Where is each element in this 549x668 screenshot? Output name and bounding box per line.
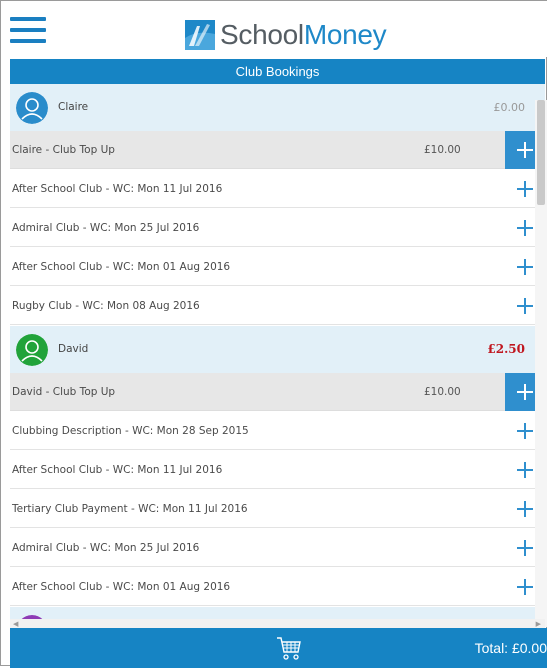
- club-label: Rugby Club - WC: Mon 08 Aug 2016: [12, 300, 200, 312]
- horizontal-scrollbar[interactable]: ◀ ▶: [10, 619, 545, 628]
- topup-price: £10.00: [424, 386, 461, 398]
- footer-bar: Total: £0.00: [10, 628, 547, 668]
- club-label: Admiral Club - WC: Mon 25 Jul 2016: [12, 542, 200, 554]
- app-header: SchoolMoney: [1, 1, 547, 57]
- plus-icon: [517, 181, 533, 197]
- plus-icon: [517, 220, 533, 236]
- plus-icon: [517, 298, 533, 314]
- order-total: Total: £0.00: [474, 640, 547, 656]
- list-item: After School Club - WC: Mon 11 Jul 2016: [10, 451, 545, 489]
- child-balance: £0.00: [493, 101, 526, 114]
- topup-label: Claire - Club Top Up: [12, 144, 115, 156]
- plus-icon: [517, 462, 533, 478]
- club-label: Admiral Club - WC: Mon 25 Jul 2016: [12, 222, 200, 234]
- child-name: David: [58, 343, 89, 355]
- page-title: Club Bookings: [10, 59, 545, 84]
- club-label: After School Club - WC: Mon 11 Jul 2016: [12, 464, 223, 476]
- club-label: After School Club - WC: Mon 01 Aug 2016: [12, 581, 231, 593]
- plus-icon: [517, 384, 533, 400]
- list-item: Admiral Club - WC: Mon 25 Jul 2016: [10, 529, 545, 567]
- topup-price: £10.00: [424, 144, 461, 156]
- topup-label: David - Club Top Up: [12, 386, 116, 398]
- hamburger-icon[interactable]: [10, 17, 46, 43]
- shopping-cart-icon[interactable]: [276, 636, 302, 662]
- child-header-claire: Claire £0.00: [10, 84, 545, 131]
- plus-icon: [517, 501, 533, 517]
- scrollbar-thumb[interactable]: [537, 100, 545, 205]
- list-item: Rugby Club - WC: Mon 08 Aug 2016: [10, 287, 545, 325]
- list-item: After School Club - WC: Mon 01 Aug 2016: [10, 568, 545, 606]
- plus-icon: [517, 579, 533, 595]
- child-header-david: David £2.50: [10, 326, 545, 373]
- topup-row: Claire - Club Top Up £10.00: [10, 131, 545, 169]
- scroll-left-arrow-icon[interactable]: ◀: [13, 620, 18, 628]
- user-icon: [16, 334, 48, 366]
- plus-icon: [517, 423, 533, 439]
- club-label: After School Club - WC: Mon 01 Aug 2016: [12, 261, 231, 273]
- list-item: Admiral Club - WC: Mon 25 Jul 2016: [10, 209, 545, 247]
- plus-icon: [517, 259, 533, 275]
- booking-list: Claire £0.00 Claire - Club Top Up £10.00…: [10, 84, 545, 627]
- brand-name: SchoolMoney: [220, 19, 387, 50]
- user-icon: [16, 92, 48, 124]
- list-item: Tertiary Club Payment - WC: Mon 11 Jul 2…: [10, 490, 545, 528]
- logo-mark-icon: [185, 20, 215, 50]
- club-label: Tertiary Club Payment - WC: Mon 11 Jul 2…: [12, 503, 248, 515]
- plus-icon: [517, 540, 533, 556]
- plus-icon: [517, 142, 533, 158]
- scroll-right-arrow-icon[interactable]: ▶: [536, 620, 541, 628]
- logo: SchoolMoney: [185, 19, 387, 51]
- list-item: Clubbing Description - WC: Mon 28 Sep 20…: [10, 412, 545, 450]
- club-label: After School Club - WC: Mon 11 Jul 2016: [12, 183, 223, 195]
- child-name: Claire: [58, 101, 89, 113]
- club-label: Clubbing Description - WC: Mon 28 Sep 20…: [12, 425, 249, 437]
- list-item: After School Club - WC: Mon 11 Jul 2016: [10, 170, 545, 208]
- list-item: After School Club - WC: Mon 01 Aug 2016: [10, 248, 545, 286]
- child-balance: £2.50: [487, 342, 525, 356]
- topup-row: David - Club Top Up £10.00: [10, 373, 545, 411]
